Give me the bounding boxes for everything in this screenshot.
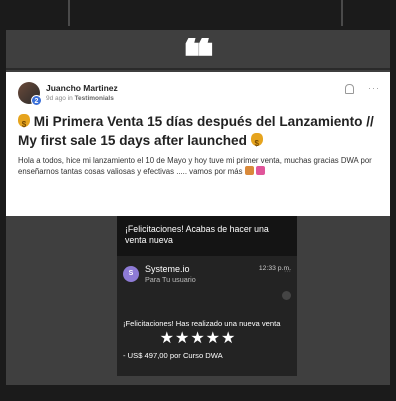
community-post: 2 Juancho Martinez 9d ago in Testimonial… — [6, 72, 390, 216]
sender-avatar: S — [123, 266, 139, 282]
reply-icon[interactable] — [282, 291, 291, 300]
author-meta: Juancho Martinez 9d ago in Testimonials — [46, 83, 118, 103]
flexed-biceps-icon — [244, 166, 254, 175]
rocket-icon — [255, 166, 265, 175]
post-title[interactable]: Mi Primera Venta 15 días después del Lan… — [18, 112, 380, 153]
more-options-icon[interactable]: ··· — [284, 268, 291, 275]
post-actions: ··· — [345, 84, 380, 94]
quote-icon: ❝ — [6, 38, 390, 68]
notification-headline: ¡Felicitaciones! Acabas de hacer una ven… — [125, 224, 269, 245]
post-body: Hola a todos, hice mi lanzamiento el 10 … — [18, 155, 380, 177]
phone-notification-screenshot: ¡Felicitaciones! Acabas de hacer una ven… — [117, 216, 297, 376]
bottom-band — [0, 385, 396, 401]
money-bag-icon — [18, 114, 30, 134]
post-time: 9d ago in — [46, 95, 73, 102]
post-title-text: Mi Primera Venta 15 días después del Lan… — [18, 114, 374, 148]
author-name[interactable]: Juancho Martinez — [46, 83, 118, 94]
divider — [6, 68, 390, 70]
bell-icon[interactable] — [345, 84, 354, 94]
star-rating: ★★★★★ — [159, 330, 237, 347]
email-notification[interactable]: S Systeme.io 12:33 p.m. Para Tu usuario … — [117, 256, 297, 376]
screenshot-area: ¡Felicitaciones! Acabas de hacer una ven… — [6, 216, 390, 385]
divider-line-right — [341, 0, 343, 26]
divider-line-left — [68, 0, 70, 26]
sender-name: Systeme.io — [145, 264, 190, 274]
sale-amount: - US$ 497,00 por Curso DWA — [123, 351, 223, 360]
level-badge: 2 — [31, 95, 42, 106]
notification-message: ¡Felicitaciones! Has realizado una nueva… — [123, 319, 281, 328]
post-meta: 9d ago in Testimonials — [46, 94, 118, 103]
avatar[interactable]: 2 — [18, 82, 42, 106]
more-options-icon[interactable]: ··· — [368, 84, 380, 94]
money-bag-icon — [250, 133, 263, 153]
post-body-text: Hola a todos, hice mi lanzamiento el 10 … — [18, 156, 372, 176]
recipient: Para Tu usuario — [145, 275, 196, 284]
post-category[interactable]: Testimonials — [75, 95, 114, 102]
author-row: 2 Juancho Martinez 9d ago in Testimonial… — [18, 80, 380, 106]
